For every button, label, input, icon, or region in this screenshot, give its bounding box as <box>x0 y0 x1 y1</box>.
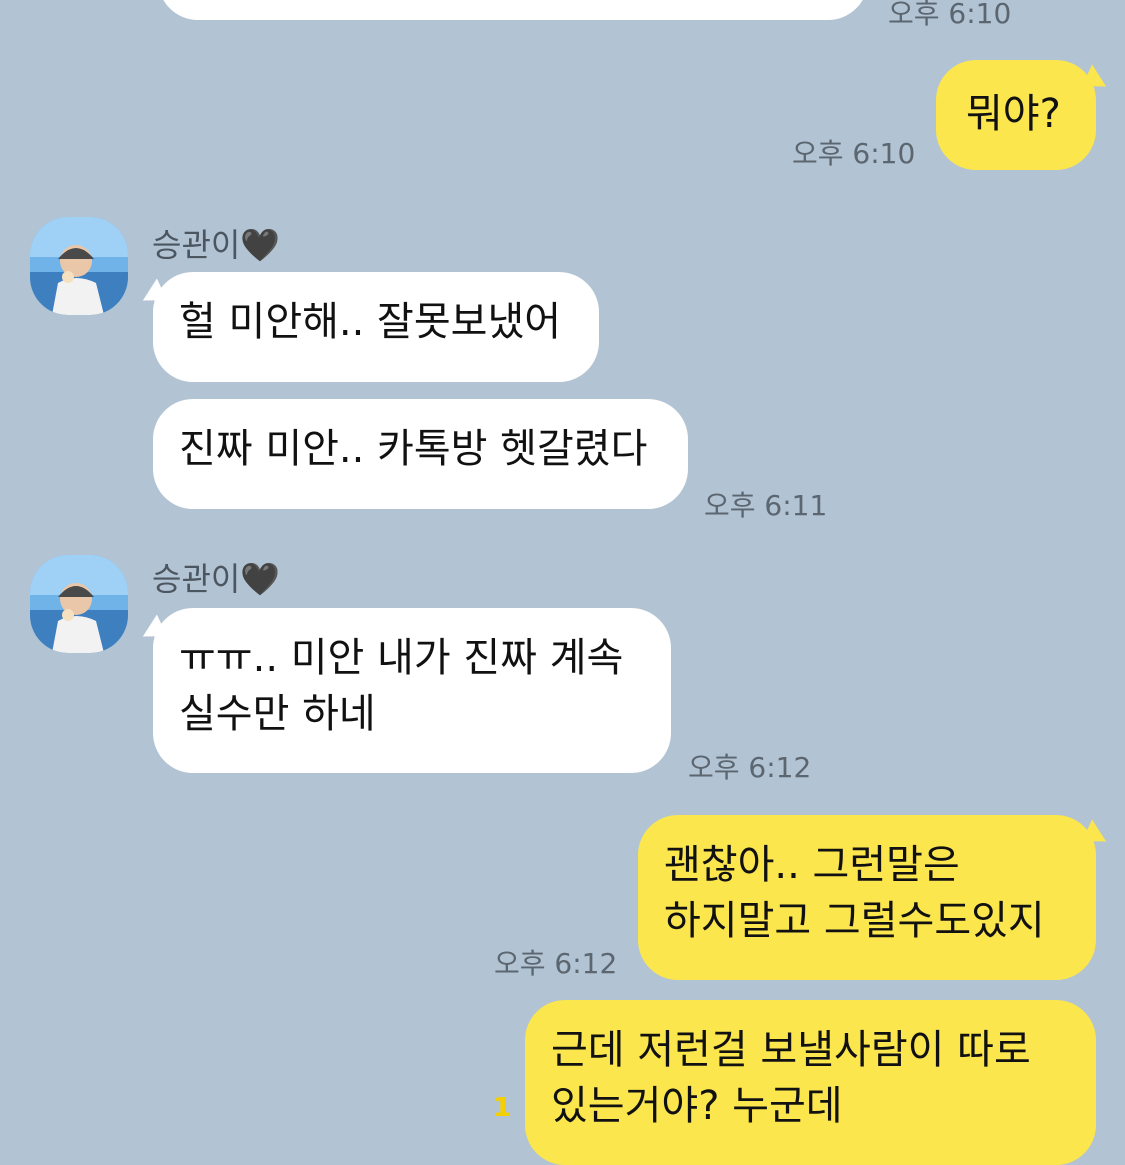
message-time: 오후 6:10 <box>792 137 916 170</box>
message-text: 헐 미안해.. 잘못보냈어 <box>179 299 562 345</box>
message-text-line: ㅠㅠ.. 미안 내가 진짜 계속 <box>179 635 624 681</box>
previous-message-bubble[interactable] <box>158 0 868 20</box>
profile-photo-icon <box>30 217 128 315</box>
unread-count-badge: 1 <box>493 1093 512 1123</box>
message-time: 오후 6:11 <box>704 489 828 522</box>
message-time: 오후 6:10 <box>888 0 1012 30</box>
sender-name: 승관이🖤 <box>152 560 281 598</box>
incoming-message-bubble[interactable]: 진짜 미안.. 카톡방 헷갈렸다 <box>153 399 688 509</box>
sender-avatar[interactable] <box>30 217 128 315</box>
outgoing-message-bubble[interactable]: 뭐야? <box>936 60 1096 170</box>
incoming-message-bubble[interactable]: ㅠㅠ.. 미안 내가 진짜 계속 실수만 하네 <box>153 608 671 773</box>
outgoing-message-bubble[interactable]: 괜찮아.. 그런말은 하지말고 그럴수도있지 <box>638 815 1096 980</box>
message-time: 오후 6:12 <box>494 947 618 980</box>
sender-avatar[interactable] <box>30 555 128 653</box>
message-time: 오후 6:12 <box>688 751 812 784</box>
message-text: 진짜 미안.. 카톡방 헷갈렸다 <box>179 426 648 472</box>
outgoing-message-bubble[interactable]: 근데 저런걸 보낼사람이 따로 있는거야? 누군데 <box>525 1000 1096 1165</box>
message-text-line: 괜찮아.. 그런말은 <box>664 842 960 888</box>
message-text-line: 있는거야? 누군데 <box>551 1083 843 1129</box>
message-text-line: 실수만 하네 <box>179 691 376 737</box>
sender-name: 승관이🖤 <box>152 226 281 264</box>
message-text: 뭐야? <box>966 91 1061 137</box>
incoming-message-bubble[interactable]: 헐 미안해.. 잘못보냈어 <box>153 272 599 382</box>
profile-photo-icon <box>30 555 128 653</box>
message-text-line: 근데 저런걸 보낼사람이 따로 <box>551 1027 1031 1073</box>
message-text-line: 하지말고 그럴수도있지 <box>664 898 1045 944</box>
